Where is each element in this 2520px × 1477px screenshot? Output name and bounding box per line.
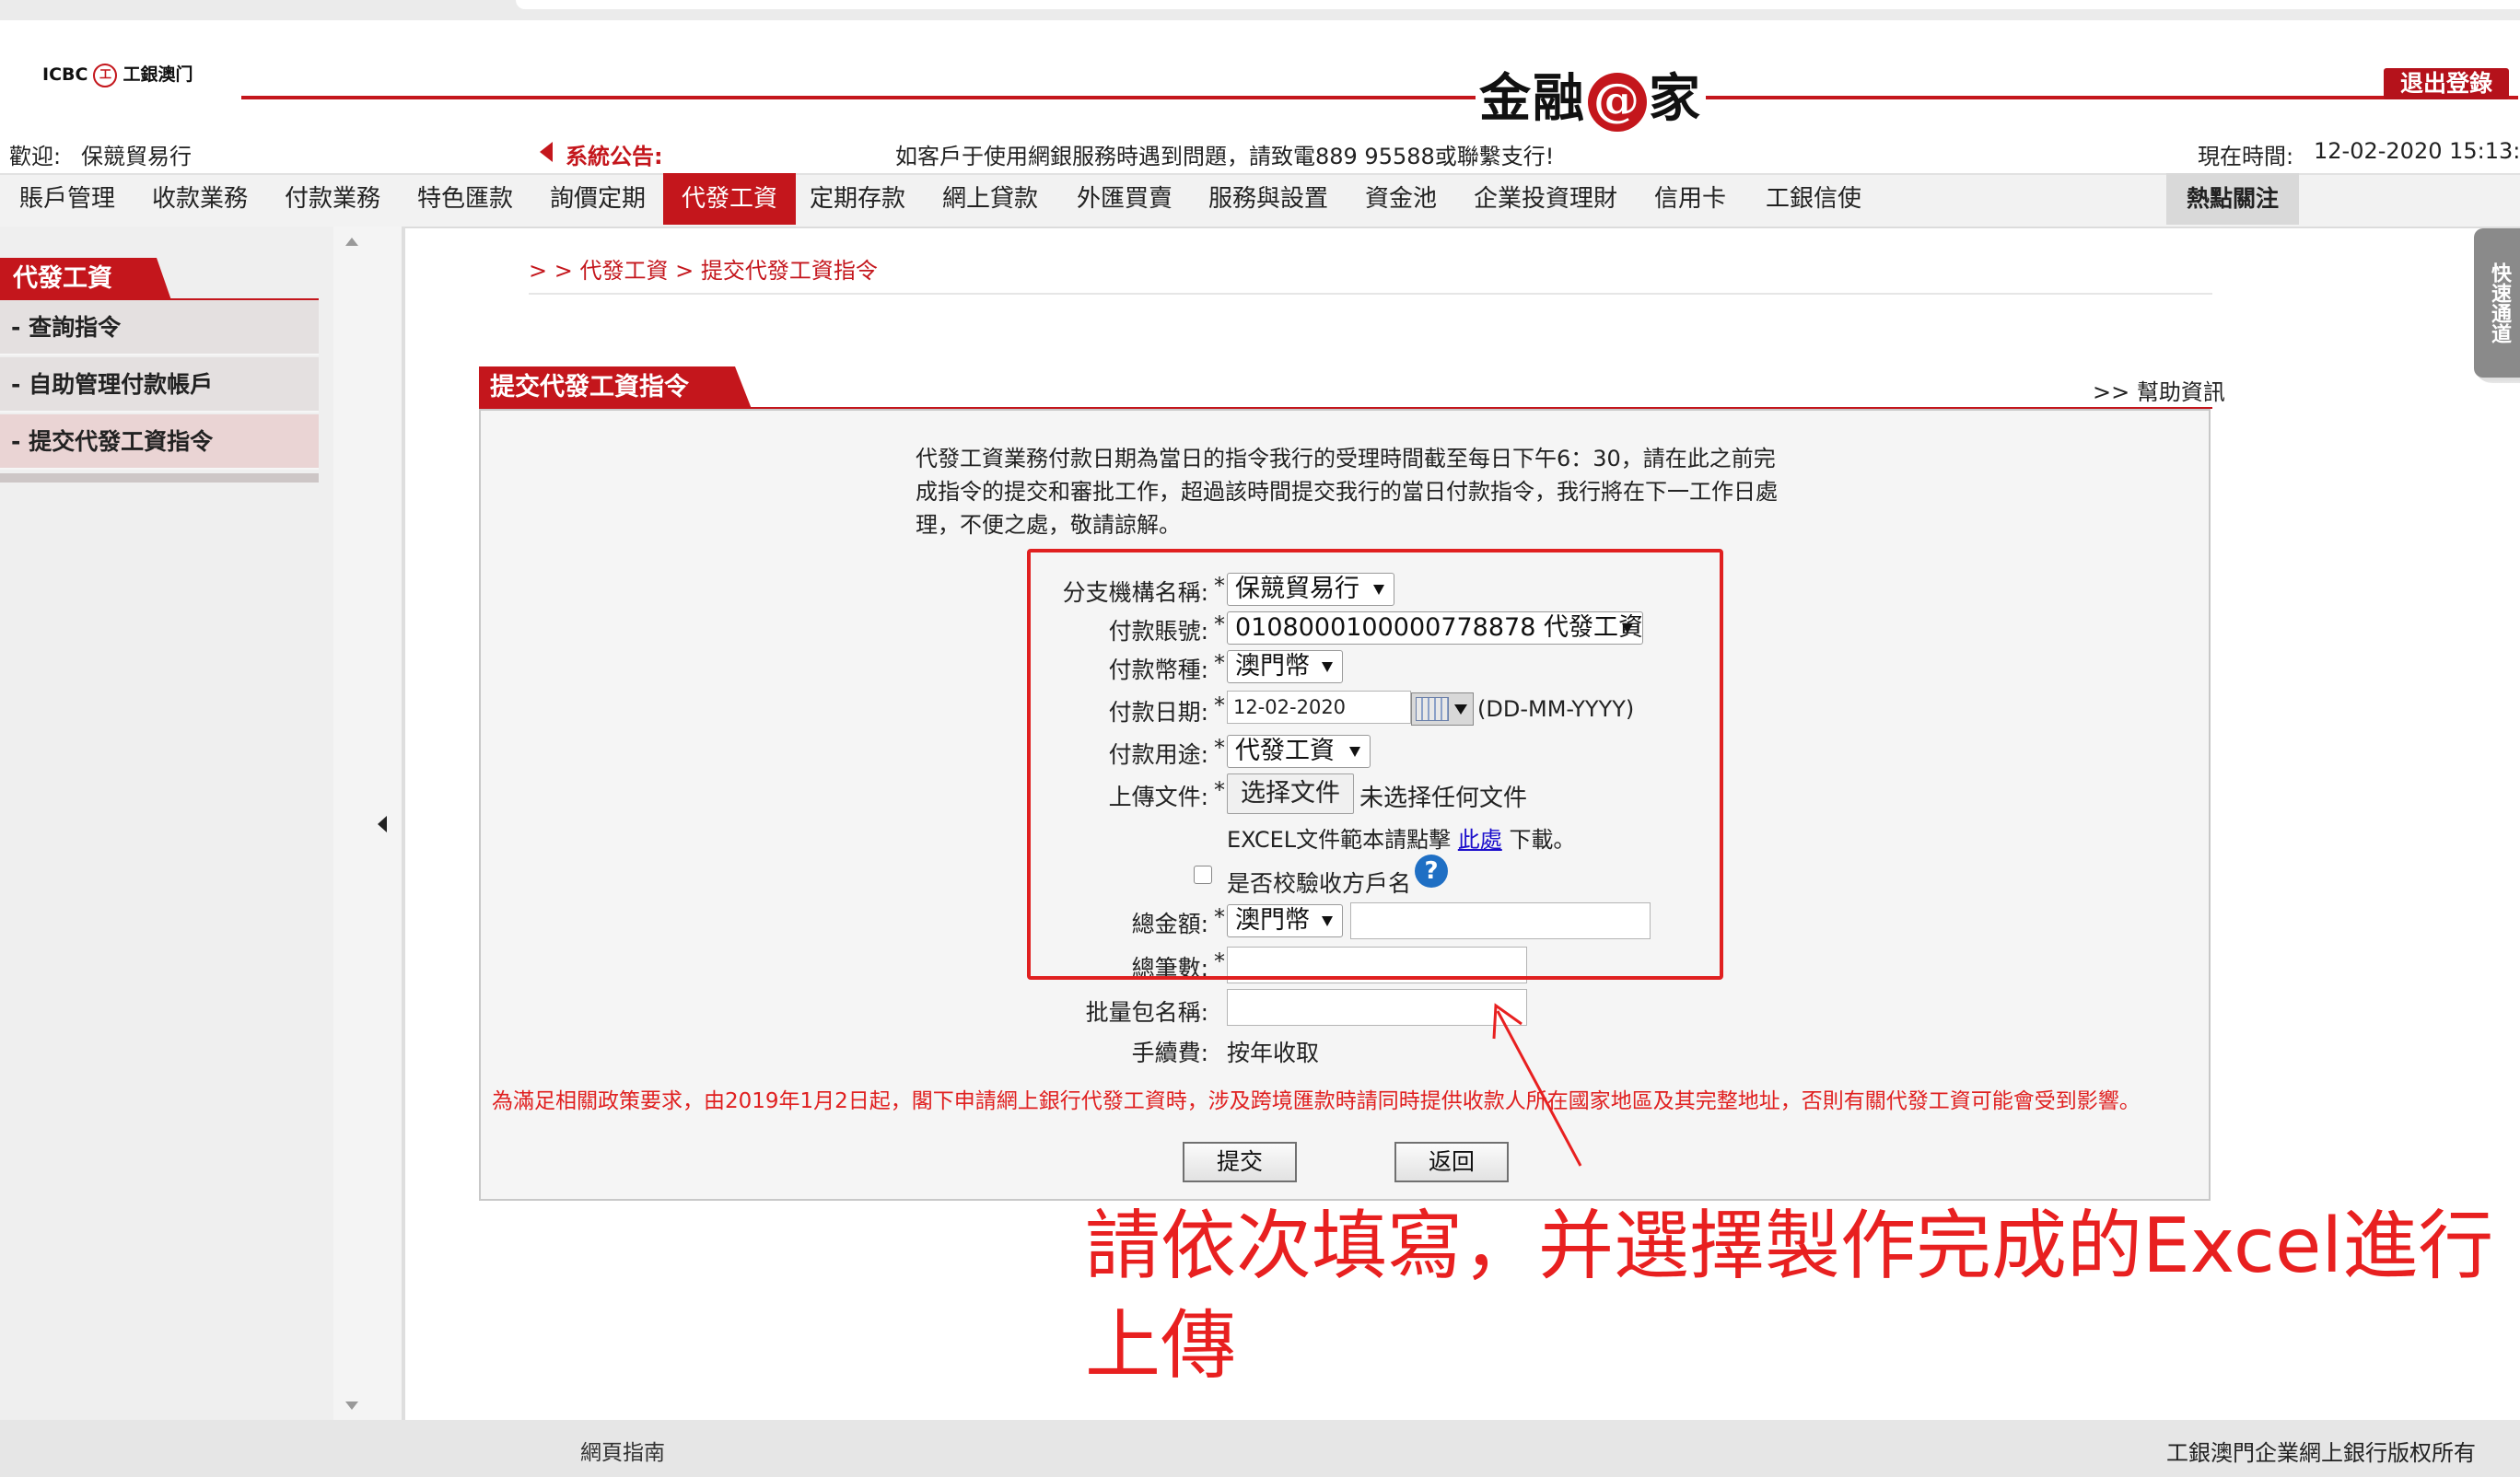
annotation-text: 請依次填寫，并選擇製作完成的Excel進行上傳 [1085, 1203, 2494, 1390]
welcome-label: 歡迎: [9, 144, 62, 169]
nav-item-payment[interactable]: 付款業務 [273, 173, 392, 225]
nav-item-payroll[interactable]: 代發工資 [663, 173, 796, 225]
icbc-logo: ICBC 工工銀澳门 [42, 61, 192, 87]
panel-title-corner [735, 366, 752, 409]
brand-at-icon: @ [1588, 73, 1647, 132]
sidebar-item-account-manage[interactable]: - 自助管理付款帳戶 [0, 357, 319, 413]
sidebar-border [402, 227, 405, 1420]
annotation-highlight-box [1027, 549, 1723, 980]
nav-item-forex[interactable]: 外匯買賣 [1065, 173, 1184, 225]
header-rule-left [241, 96, 1476, 99]
annotation-arrow [1492, 1003, 1582, 1167]
brand-logo: 金融 @ 家 [1479, 57, 1702, 132]
sidebar-item-submit-payroll[interactable]: - 提交代發工資指令 [0, 414, 319, 470]
nav-item-loan[interactable]: 網上貸款 [930, 173, 1050, 225]
help-link[interactable]: >> 幫助資訊 [2093, 374, 2225, 406]
nav-item-fixed-deposit[interactable]: 定期存款 [798, 173, 917, 225]
fee-label: 手續費: [1131, 1040, 1208, 1066]
sidebar-title: 代發工資 [0, 258, 157, 300]
batch-name-label: 批量包名稱: [1085, 999, 1208, 1026]
policy-warning: 為滿足相關政策要求，由2019年1月2日起，閣下申請網上銀行代發工資時，涉及跨境… [492, 1089, 2141, 1113]
panel-title: 提交代發工資指令 [479, 366, 735, 409]
notice-text: 如客戶于使用網銀服務時遇到問題，請致電889 95588或聯繫支行! [895, 144, 1555, 169]
sidebar-scrollbar[interactable] [333, 227, 403, 1420]
logo-text: ICBC [42, 64, 88, 85]
footer-copyright: 工銀澳門企業網上銀行版权所有 [2166, 1440, 2476, 1466]
intro-text: 代發工資業務付款日期為當日的指令我行的受理時間截至每日下午6：30，請在此之前完… [916, 446, 1778, 538]
logout-button[interactable]: 退出登錄 [2384, 68, 2509, 99]
nav-item-credit-card[interactable]: 信用卡 [1639, 173, 1741, 225]
fee-value: 按年收取 [1227, 1040, 1320, 1066]
time-value: 12-02-2020 15:13:22 [2314, 138, 2520, 164]
nav-item-account[interactable]: 賬戶管理 [7, 173, 127, 225]
welcome-name: 保競貿易行 [81, 144, 192, 169]
nav-item-rate-deposit[interactable]: 詢價定期 [538, 173, 658, 225]
quick-channel-tab[interactable]: 快速通道 [2474, 228, 2520, 378]
scroll-up-icon[interactable] [345, 238, 358, 246]
scroll-down-icon[interactable] [345, 1401, 358, 1410]
nav-item-remittance[interactable]: 特色匯款 [405, 173, 525, 225]
collapse-sidebar-icon[interactable] [378, 816, 387, 832]
nav-item-receipt[interactable]: 收款業務 [140, 173, 260, 225]
panel-title-rule [479, 407, 2212, 409]
hot-topics-button[interactable]: 熱點關注 [2166, 173, 2299, 225]
notice-label: 系統公告: [566, 144, 663, 169]
submit-button[interactable]: 提交 [1183, 1142, 1297, 1182]
brand-text-right: 家 [1649, 68, 1702, 129]
logo-subtext: 工銀澳门 [122, 64, 193, 85]
speaker-icon [540, 142, 553, 162]
sidebar-title-corner [157, 258, 171, 300]
top-strip-notch [516, 0, 2520, 9]
footer [0, 1420, 2520, 1477]
icbc-seal-icon: 工 [93, 63, 118, 87]
brand-text-left: 金融 [1479, 68, 1586, 129]
sidebar-menu-bottom [0, 473, 319, 483]
breadcrumb-rule [529, 293, 2212, 295]
nav-item-settings[interactable]: 服務與設置 [1199, 173, 1337, 225]
nav-item-investment[interactable]: 企業投資理財 [1464, 173, 1627, 225]
breadcrumb[interactable]: > > 代發工資 > 提交代發工資指令 [529, 252, 878, 285]
time-label: 現在時間: [2198, 144, 2294, 169]
sidebar-item-query[interactable]: - 查詢指令 [0, 300, 319, 355]
footer-guide-link[interactable]: 網頁指南 [580, 1435, 665, 1466]
nav-item-cash-pool[interactable]: 資金池 [1350, 173, 1452, 225]
nav-item-messenger[interactable]: 工銀信使 [1754, 173, 1873, 225]
